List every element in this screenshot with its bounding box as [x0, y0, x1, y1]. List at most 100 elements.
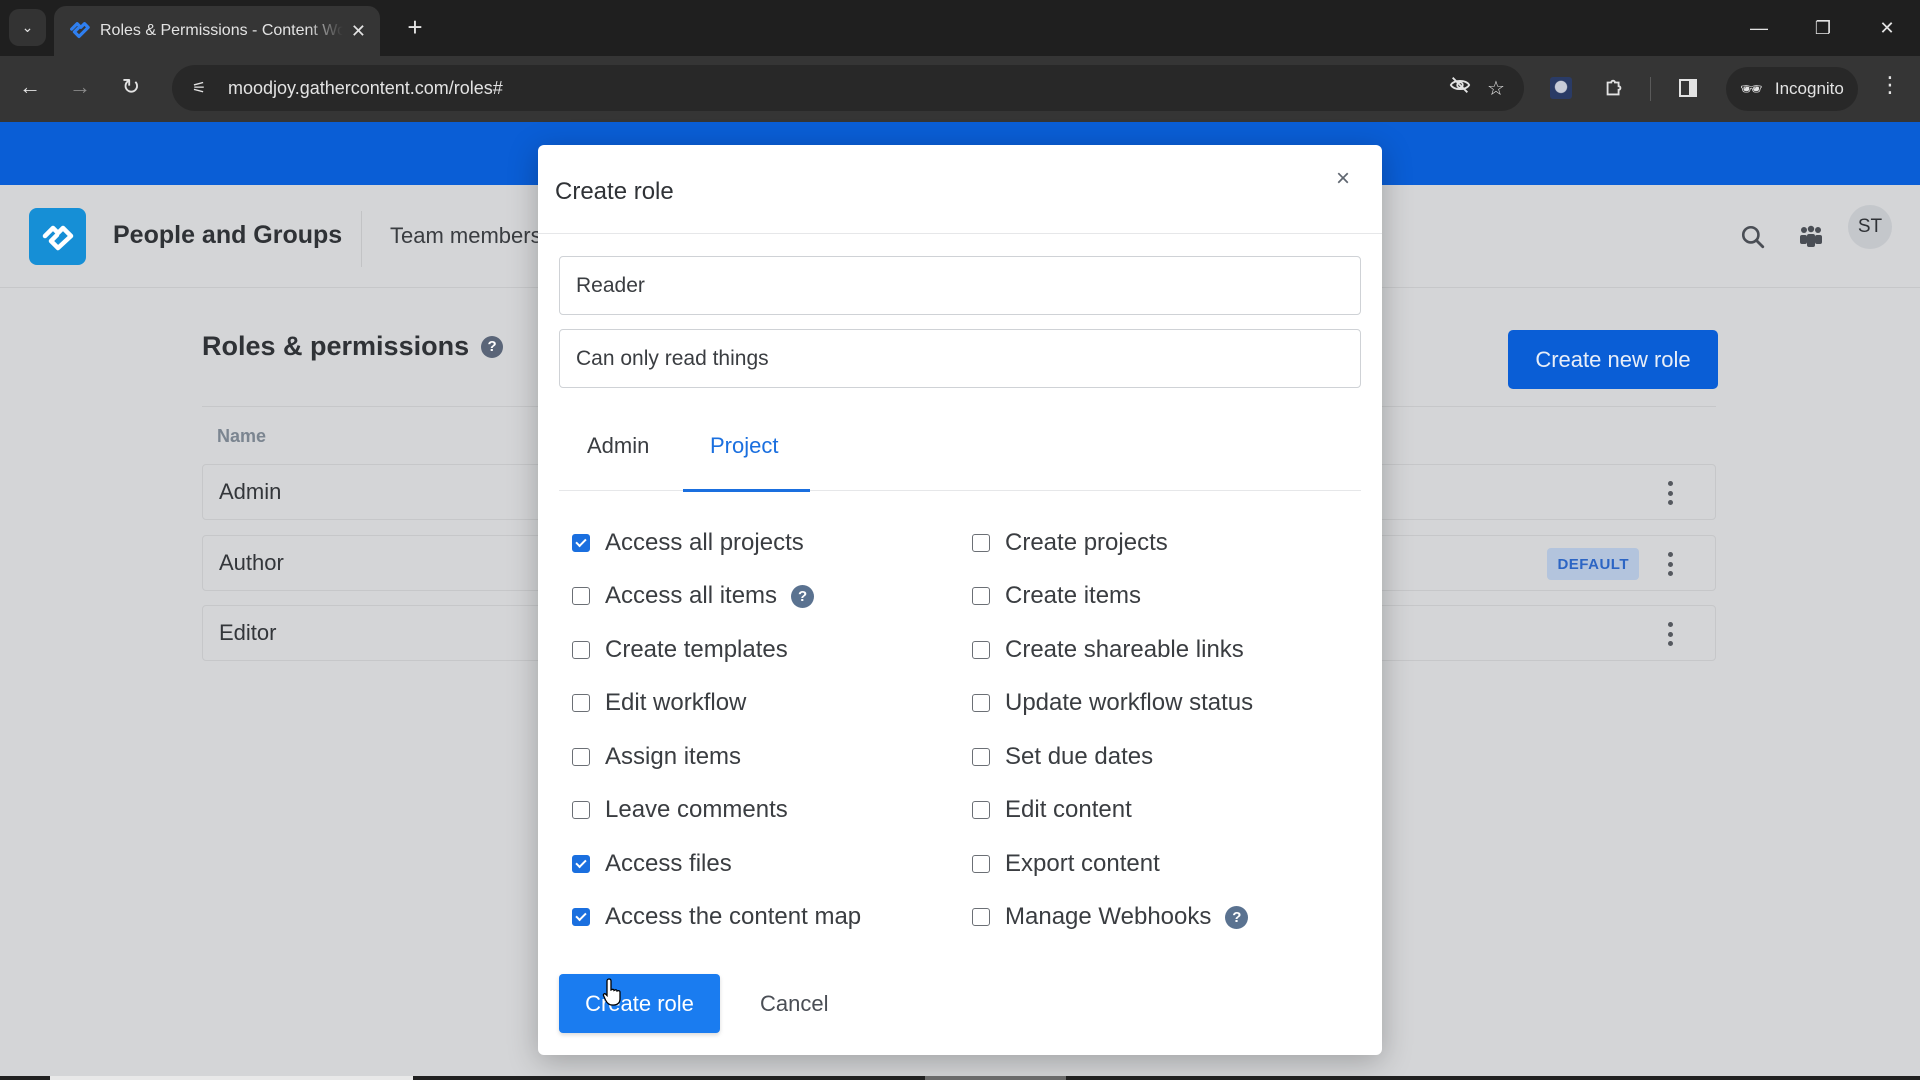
permission-edit-content[interactable]: Edit content: [972, 796, 1132, 824]
checkbox-checked[interactable]: [572, 908, 590, 926]
browser-tab-strip: ⌄ Roles & Permissions - Content Workflow…: [0, 0, 1920, 56]
permission-label: Access all projects: [605, 529, 804, 556]
reload-button[interactable]: ↻: [113, 69, 149, 105]
restore-button[interactable]: ❐: [1800, 8, 1846, 48]
permission-label: Edit workflow: [605, 689, 747, 716]
permission-create-projects[interactable]: Create projects: [972, 529, 1168, 557]
chevron-down-icon: ⌄: [21, 19, 34, 35]
browser-menu-button[interactable]: ⋮: [1876, 72, 1904, 98]
create-role-button[interactable]: Create role: [559, 974, 720, 1033]
permission-edit-workflow[interactable]: Edit workflow: [572, 689, 746, 717]
back-button[interactable]: ←: [12, 69, 48, 105]
permission-assign-items[interactable]: Assign items: [572, 743, 741, 771]
active-tab-indicator: [683, 489, 810, 492]
permission-access-the-content-map[interactable]: Access the content map: [572, 903, 861, 931]
tab-admin[interactable]: Admin: [587, 433, 649, 459]
create-new-role-button[interactable]: Create new role: [1508, 330, 1718, 389]
checkbox-unchecked[interactable]: [572, 801, 590, 819]
close-tab-icon[interactable]: ✕: [351, 21, 366, 42]
browser-tab-active[interactable]: Roles & Permissions - Content Workflow ✕: [54, 6, 380, 56]
help-icon[interactable]: ?: [1225, 905, 1249, 929]
incognito-label: Incognito: [1774, 79, 1844, 98]
new-tab-button[interactable]: +: [398, 10, 432, 44]
checkbox-unchecked[interactable]: [972, 801, 990, 819]
cancel-button[interactable]: Cancel: [760, 974, 828, 1033]
plus-icon: +: [407, 11, 423, 42]
checkbox-unchecked[interactable]: [972, 908, 990, 926]
reload-icon: ↻: [121, 74, 141, 99]
extension-avatar-icon[interactable]: [1545, 72, 1577, 104]
permission-create-shareable-links[interactable]: Create shareable links: [972, 636, 1244, 664]
gathercontent-favicon-icon: [70, 22, 90, 39]
help-icon[interactable]: ?: [791, 584, 815, 608]
user-avatar[interactable]: ST: [1848, 205, 1892, 249]
section-title: People and Groups: [113, 221, 343, 249]
side-panel-icon[interactable]: [1672, 72, 1704, 104]
permission-label: Access the content map: [605, 903, 862, 930]
permission-set-due-dates[interactable]: Set due dates: [972, 743, 1153, 771]
permission-label: Edit content: [1005, 796, 1132, 823]
checkbox-unchecked[interactable]: [972, 534, 990, 552]
checkbox-unchecked[interactable]: [972, 748, 990, 766]
incognito-indicator[interactable]: 🕶 Incognito: [1726, 67, 1858, 111]
incognito-icon: 🕶: [1740, 78, 1763, 99]
permission-label: Create templates: [605, 636, 788, 663]
permission-access-all-projects[interactable]: Access all projects: [572, 529, 804, 557]
tab-project[interactable]: Project: [710, 433, 778, 459]
row-menu-kebab-icon[interactable]: [1665, 619, 1675, 649]
close-icon[interactable]: ×: [1330, 165, 1356, 192]
permission-create-items[interactable]: Create items: [972, 582, 1141, 610]
arrow-right-icon: →: [69, 74, 91, 99]
url-text[interactable]: moodjoy.gathercontent.com/roles#: [228, 78, 1442, 99]
default-badge: DEFAULT: [1547, 548, 1639, 580]
permission-label: Export content: [1005, 850, 1160, 877]
checkbox-checked[interactable]: [572, 534, 590, 552]
permission-label: Create shareable links: [1005, 636, 1244, 663]
column-header-name[interactable]: Name: [217, 426, 266, 447]
close-window-button[interactable]: ✕: [1864, 8, 1910, 48]
kebab-icon: ⋮: [1879, 72, 1901, 97]
permission-access-files[interactable]: Access files: [572, 850, 732, 878]
bookmark-star-icon[interactable]: ☆: [1478, 76, 1514, 101]
puzzle-icon[interactable]: [1598, 72, 1630, 104]
site-info-icon[interactable]: ⚟: [184, 78, 214, 98]
permission-leave-comments[interactable]: Leave comments: [572, 796, 788, 824]
eye-off-icon[interactable]: [1442, 74, 1478, 102]
role-name: Editor: [219, 620, 277, 645]
role-description-input[interactable]: [559, 329, 1361, 388]
permission-label: Manage Webhooks: [1005, 903, 1212, 930]
address-bar[interactable]: ⚟ moodjoy.gathercontent.com/roles# ☆: [172, 65, 1524, 111]
forward-button[interactable]: →: [62, 69, 98, 105]
minimize-icon: —: [1750, 17, 1768, 38]
restore-icon: ❐: [1814, 17, 1832, 38]
permission-update-workflow-status[interactable]: Update workflow status: [972, 689, 1253, 717]
role-name-input[interactable]: [559, 256, 1361, 315]
row-menu-kebab-icon[interactable]: [1665, 549, 1675, 579]
row-menu-kebab-icon[interactable]: [1665, 478, 1675, 508]
checkbox-unchecked[interactable]: [572, 641, 590, 659]
checkbox-checked[interactable]: [572, 855, 590, 873]
permission-label: Set due dates: [1005, 743, 1154, 770]
checkbox-unchecked[interactable]: [972, 855, 990, 873]
minimize-button[interactable]: —: [1736, 8, 1782, 48]
help-icon[interactable]: ?: [481, 335, 504, 358]
app-logo[interactable]: [29, 208, 86, 265]
nav-team-members[interactable]: Team members: [390, 223, 542, 249]
checkbox-unchecked[interactable]: [972, 641, 990, 659]
page-title-text: Roles & permissions: [202, 331, 470, 361]
checkbox-unchecked[interactable]: [572, 587, 590, 605]
create-role-modal: Create role × Admin Project Access all p…: [538, 145, 1382, 1055]
search-icon[interactable]: [1737, 221, 1769, 253]
permission-create-templates[interactable]: Create templates: [572, 636, 788, 664]
checkbox-unchecked[interactable]: [972, 587, 990, 605]
permission-manage-webhooks[interactable]: Manage Webhooks?: [972, 903, 1249, 931]
permission-export-content[interactable]: Export content: [972, 850, 1160, 878]
tab-search-button[interactable]: ⌄: [9, 9, 46, 46]
permission-tabs: Admin Project: [559, 407, 1361, 492]
checkbox-unchecked[interactable]: [572, 748, 590, 766]
permission-access-all-items[interactable]: Access all items?: [572, 582, 815, 610]
modal-title: Create role: [555, 178, 674, 205]
checkbox-unchecked[interactable]: [972, 694, 990, 712]
checkbox-unchecked[interactable]: [572, 694, 590, 712]
people-icon[interactable]: [1795, 221, 1827, 253]
